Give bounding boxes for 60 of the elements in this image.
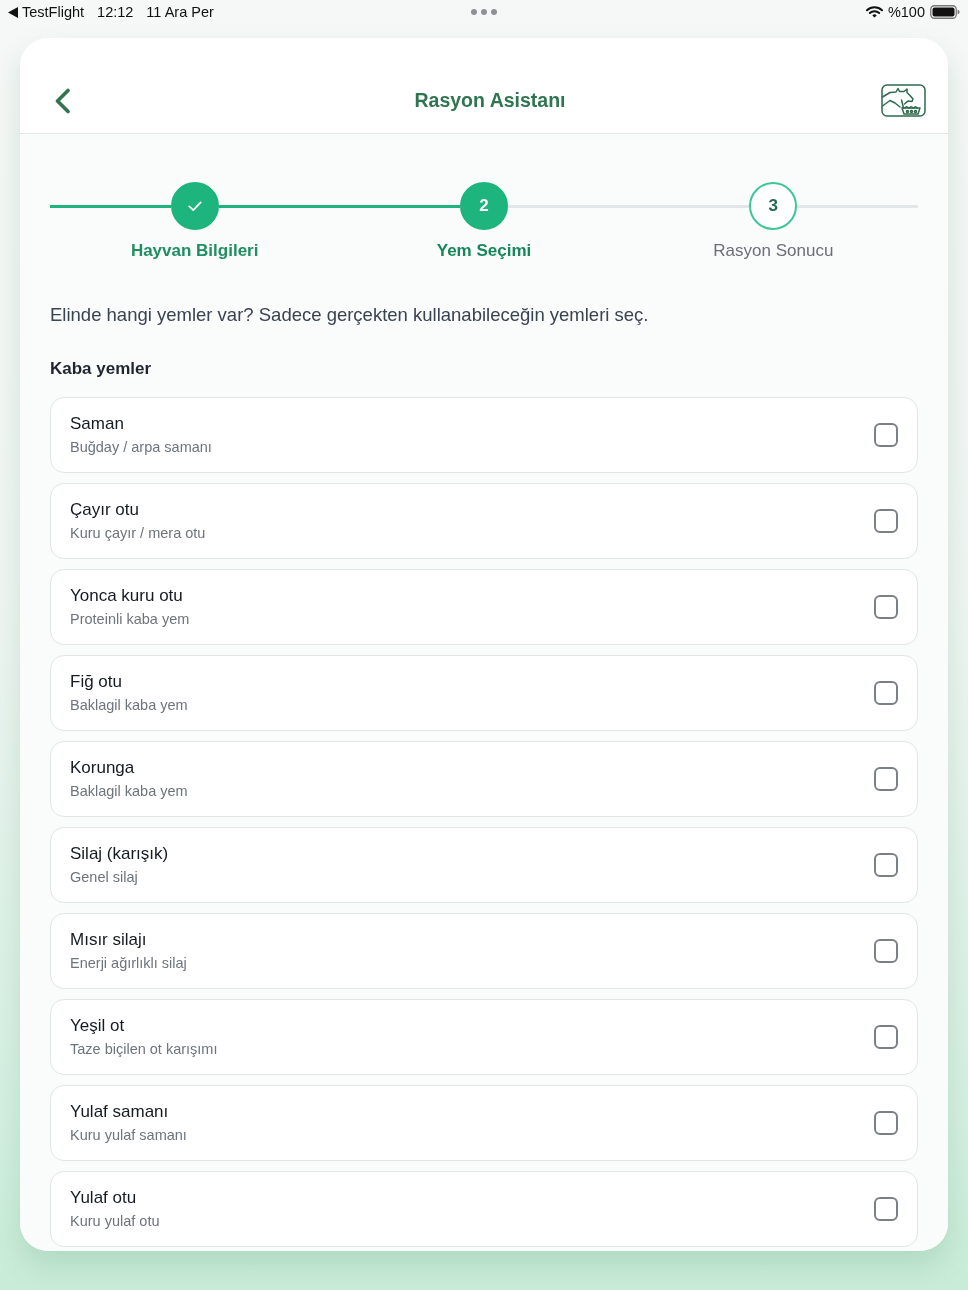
feed-option-card[interactable]: Korunga Baklagil kaba yem xyxy=(50,741,918,817)
chevron-left-icon xyxy=(54,87,71,114)
checkbox[interactable] xyxy=(874,423,898,447)
checkbox[interactable] xyxy=(874,853,898,877)
check-icon xyxy=(187,200,202,212)
step-label: Yem Seçimi xyxy=(436,241,532,261)
back-to-app-link[interactable]: TestFlight xyxy=(8,4,85,20)
feed-description: Kuru yulaf otu xyxy=(70,1213,160,1230)
checkbox[interactable] xyxy=(874,595,898,619)
step-indicator: 3 xyxy=(749,182,798,230)
checkbox[interactable] xyxy=(874,939,898,963)
feed-description: Baklagil kaba yem xyxy=(70,783,188,800)
instruction-text: Elinde hangi yemler var? Sadece gerçekten kullanabileceğin yemleri seç. xyxy=(50,304,650,326)
three-dots-icon[interactable] xyxy=(471,9,497,15)
feed-description: Enerji ağırlıklı silaj xyxy=(70,955,187,972)
feed-description: Buğday / arpa samanı xyxy=(70,439,212,456)
feed-option-card[interactable]: Yulaf otu Kuru yulaf otu xyxy=(50,1171,918,1247)
feed-name: Korunga xyxy=(70,758,136,778)
step-label: Hayvan Bilgileri xyxy=(130,241,259,261)
feed-description: Genel silaj xyxy=(70,869,139,886)
feed-name: Yeşil ot xyxy=(70,1016,126,1036)
feed-description: Proteinli kaba yem xyxy=(70,611,190,628)
feed-description: Taze biçilen ot karışımı xyxy=(70,1041,218,1058)
feed-name: Yonca kuru otu xyxy=(70,586,184,606)
status-date: 11 Ara Per xyxy=(146,4,214,20)
feed-description: Kuru yulaf samanı xyxy=(70,1127,187,1144)
feed-name: Yulaf samanı xyxy=(70,1102,170,1122)
feed-option-card[interactable]: Silaj (karışık) Genel silaj xyxy=(50,827,918,903)
feed-option-card[interactable]: Yonca kuru otu Proteinli kaba yem xyxy=(50,569,918,645)
feed-option-card[interactable]: Fiğ otu Baklagil kaba yem xyxy=(50,655,918,731)
feed-option-card[interactable]: Saman Buğday / arpa samanı xyxy=(50,397,918,473)
wifi-icon xyxy=(865,6,883,18)
page-title: Rasyon Asistanı xyxy=(414,89,566,112)
checkbox[interactable] xyxy=(874,509,898,533)
checkbox[interactable] xyxy=(874,767,898,791)
step-label: Rasyon Sonucu xyxy=(713,241,834,261)
feed-name: Mısır silajı xyxy=(70,930,148,950)
checkbox[interactable] xyxy=(874,1025,898,1049)
back-button[interactable] xyxy=(54,87,71,114)
feed-name: Fiğ otu xyxy=(70,672,123,692)
cow-icon xyxy=(881,84,926,117)
feed-option-card[interactable]: Çayır otu Kuru çayır / mera otu xyxy=(50,483,918,559)
step-indicator: 2 xyxy=(460,182,508,230)
feed-description: Kuru çayır / mera otu xyxy=(70,525,206,542)
feed-description: Baklagil kaba yem xyxy=(70,697,188,714)
feed-option-card[interactable]: Yulaf samanı Kuru yulaf samanı xyxy=(50,1085,918,1161)
back-triangle-icon xyxy=(8,6,18,18)
section-heading: Kaba yemler xyxy=(50,359,153,379)
status-time: 12:12 xyxy=(97,4,134,20)
battery-icon xyxy=(930,5,960,19)
feed-name: Silaj (karışık) xyxy=(70,844,169,864)
feed-name: Çayır otu xyxy=(70,500,140,520)
feed-name: Saman xyxy=(70,414,125,434)
checkbox[interactable] xyxy=(874,1111,898,1135)
feed-option-card[interactable]: Yeşil ot Taze biçilen ot karışımı xyxy=(50,999,918,1075)
battery-percentage: %100 xyxy=(887,4,925,20)
feed-option-card[interactable]: Mısır silajı Enerji ağırlıklı silaj xyxy=(50,913,918,989)
checkbox[interactable] xyxy=(874,681,898,705)
feed-name: Yulaf otu xyxy=(70,1188,138,1208)
checkbox[interactable] xyxy=(874,1197,898,1221)
